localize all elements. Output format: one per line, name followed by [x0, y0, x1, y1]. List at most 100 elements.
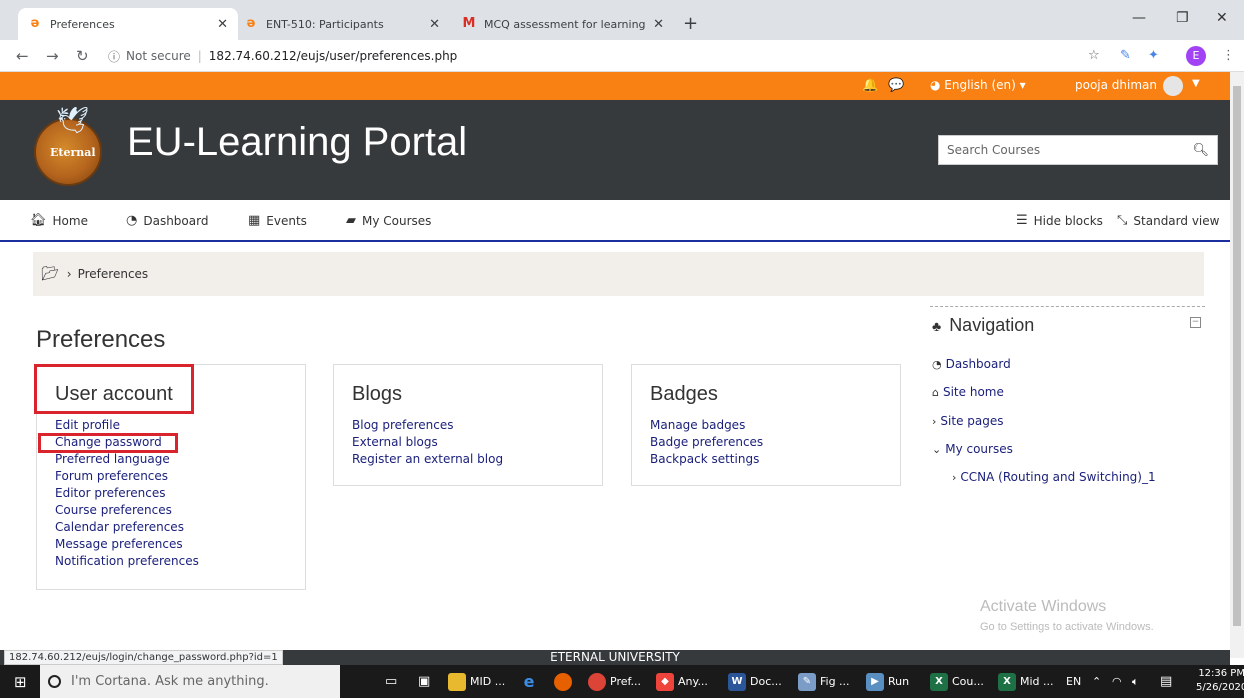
star-icon[interactable]: ☆: [1088, 48, 1100, 63]
calendar-icon: ▦: [248, 213, 261, 228]
reload-icon[interactable]: ↻: [76, 47, 89, 65]
manage-badges-link[interactable]: Manage badges: [650, 417, 763, 434]
task-view-icon[interactable]: ▭: [385, 665, 397, 698]
backpack-settings-link[interactable]: Backpack settings: [650, 451, 763, 468]
cortana-search[interactable]: I'm Cortana. Ask me anything.: [40, 665, 340, 698]
taskbar-app-word[interactable]: W Doc...: [728, 665, 782, 698]
search-icon[interactable]: 🔍︎: [1192, 143, 1209, 158]
nav-events[interactable]: ▦ Events: [248, 213, 307, 228]
notifications-icon[interactable]: ▤: [1160, 665, 1172, 698]
sitemap-icon: ♣: [932, 317, 942, 334]
user-name[interactable]: pooja dhiman: [1075, 78, 1157, 92]
page-scrollbar[interactable]: [1230, 72, 1244, 658]
logo-text: Eternal: [50, 146, 96, 159]
taskbar-app-chrome[interactable]: Pref...: [588, 665, 641, 698]
forum-preferences-link[interactable]: Forum preferences: [55, 468, 199, 485]
taskbar-app-paint[interactable]: ✎ Fig ...: [798, 665, 850, 698]
chevron-up-icon[interactable]: ⌃: [1092, 665, 1101, 698]
message-preferences-link[interactable]: Message preferences: [55, 536, 199, 553]
info-icon[interactable]: ⓘ: [108, 48, 120, 65]
external-blogs-link[interactable]: External blogs: [352, 434, 503, 451]
gmail-icon: M: [462, 16, 476, 31]
menu-icon[interactable]: ⋮: [1222, 48, 1235, 63]
taskbar-app-anydesk[interactable]: ◆ Any...: [656, 665, 708, 698]
taskbar-app-run[interactable]: ▶ Run: [866, 665, 909, 698]
notification-preferences-link[interactable]: Notification preferences: [55, 553, 199, 570]
tab-title: Preferences: [50, 17, 115, 31]
compress-icon: ⤡: [1117, 213, 1128, 228]
extension-icon[interactable]: ✎: [1120, 48, 1131, 63]
card-title: Blogs: [352, 383, 403, 405]
nav-block-my-courses[interactable]: ⌄ My courses: [932, 442, 1013, 456]
language-indicator[interactable]: EN: [1066, 665, 1081, 698]
security-label: Not secure: [126, 49, 191, 63]
firefox-icon[interactable]: [554, 665, 576, 698]
window-close-button[interactable]: ✕: [1216, 10, 1228, 26]
forward-icon[interactable]: →: [46, 47, 59, 65]
collapse-button[interactable]: −: [1190, 317, 1201, 328]
close-icon[interactable]: ✕: [653, 17, 664, 32]
wifi-icon[interactable]: ◠: [1112, 665, 1122, 698]
chat-icon[interactable]: 💬: [888, 78, 904, 93]
nav-block-dashboard[interactable]: ◔ Dashboard: [932, 357, 1011, 371]
divider: |: [197, 49, 202, 63]
badges-links: Manage badges Badge preferences Backpack…: [650, 417, 763, 468]
language-menu[interactable]: ◕ English (en) ▾: [930, 78, 1026, 92]
omnibox[interactable]: ⓘ Not secure | 182.74.60.212/eujs/user/p…: [108, 45, 1178, 67]
globe-icon: ◕: [930, 78, 945, 92]
calendar-preferences-link[interactable]: Calendar preferences: [55, 519, 199, 536]
scrollbar-thumb[interactable]: [1233, 86, 1241, 626]
nav-label: Events: [266, 213, 307, 228]
close-icon[interactable]: ✕: [429, 17, 440, 32]
tab-gmail[interactable]: M MCQ assessment for learning ED ✕: [452, 8, 674, 40]
link-label: CCNA (Routing and Switching)_1: [960, 470, 1156, 484]
restore-button[interactable]: ❐: [1176, 10, 1189, 26]
bell-icon[interactable]: 🔔: [862, 78, 878, 93]
edge-icon[interactable]: e: [520, 665, 542, 698]
navigation-block: ♣ Navigation − ◔ Dashboard ⌂ Site home › Sit…: [930, 306, 1205, 484]
clock-time: 12:36 PM: [1198, 668, 1244, 679]
course-preferences-link[interactable]: Course preferences: [55, 502, 199, 519]
standard-view-button[interactable]: ⤡ Standard view: [1117, 213, 1219, 228]
extension-icon[interactable]: ✦: [1148, 48, 1159, 63]
folder-icon[interactable]: 📂︎: [41, 266, 59, 282]
clock[interactable]: 12:36 PM 5/26/2020: [1196, 667, 1244, 695]
store-icon[interactable]: ▣: [418, 665, 430, 698]
taskbar-app-mid2[interactable]: X Mid ...: [998, 665, 1054, 698]
windows-start-icon[interactable]: ⊞: [14, 665, 27, 698]
taskbar-app-mid[interactable]: MID ...: [448, 665, 505, 698]
taskbar-app-cou[interactable]: X Cou...: [930, 665, 984, 698]
new-tab-button[interactable]: +: [683, 13, 698, 34]
register-external-blog-link[interactable]: Register an external blog: [352, 451, 503, 468]
edit-profile-link[interactable]: Edit profile: [55, 417, 199, 434]
nav-block-site-home[interactable]: ⌂ Site home: [932, 385, 1004, 399]
profile-avatar[interactable]: E: [1186, 46, 1206, 66]
badge-preferences-link[interactable]: Badge preferences: [650, 434, 763, 451]
dashboard-icon: ◔: [932, 357, 942, 371]
nav-my-courses[interactable]: ▰ My Courses: [346, 213, 431, 228]
caret-down-icon[interactable]: ▼: [1192, 78, 1200, 89]
nav-home[interactable]: 🏠︎ Home: [30, 213, 88, 228]
hide-blocks-button[interactable]: ☰ Hide blocks: [1016, 213, 1103, 228]
nav-block-course[interactable]: › CCNA (Routing and Switching)_1: [952, 470, 1156, 484]
taskbar-label: Pref...: [610, 675, 642, 688]
volume-icon[interactable]: 🔈︎: [1132, 665, 1139, 698]
tab-participants[interactable]: ə ENT-510: Participants ✕: [234, 8, 450, 40]
avatar[interactable]: [1163, 76, 1183, 96]
back-icon[interactable]: ←: [16, 47, 29, 65]
nav-dashboard[interactable]: ◔ Dashboard: [126, 213, 208, 228]
chevron-right-icon: ›: [952, 470, 957, 484]
nav-block-site-pages[interactable]: › Site pages: [932, 414, 1003, 428]
editor-preferences-link[interactable]: Editor preferences: [55, 485, 199, 502]
university-logo[interactable]: 🕊 Eternal: [34, 106, 102, 186]
search-courses-input[interactable]: Search Courses 🔍︎: [938, 135, 1218, 165]
language-label: English (en): [944, 78, 1016, 92]
tab-preferences[interactable]: ə Preferences ✕: [18, 8, 238, 40]
site-name[interactable]: EU-Learning Portal: [127, 120, 467, 165]
taskbar-label: MID ...: [470, 675, 506, 688]
preferred-language-link[interactable]: Preferred language: [55, 451, 199, 468]
tab-title: MCQ assessment for learning ED: [484, 17, 648, 31]
blog-preferences-link[interactable]: Blog preferences: [352, 417, 503, 434]
minimize-button[interactable]: —: [1132, 10, 1146, 26]
close-icon[interactable]: ✕: [217, 17, 228, 32]
